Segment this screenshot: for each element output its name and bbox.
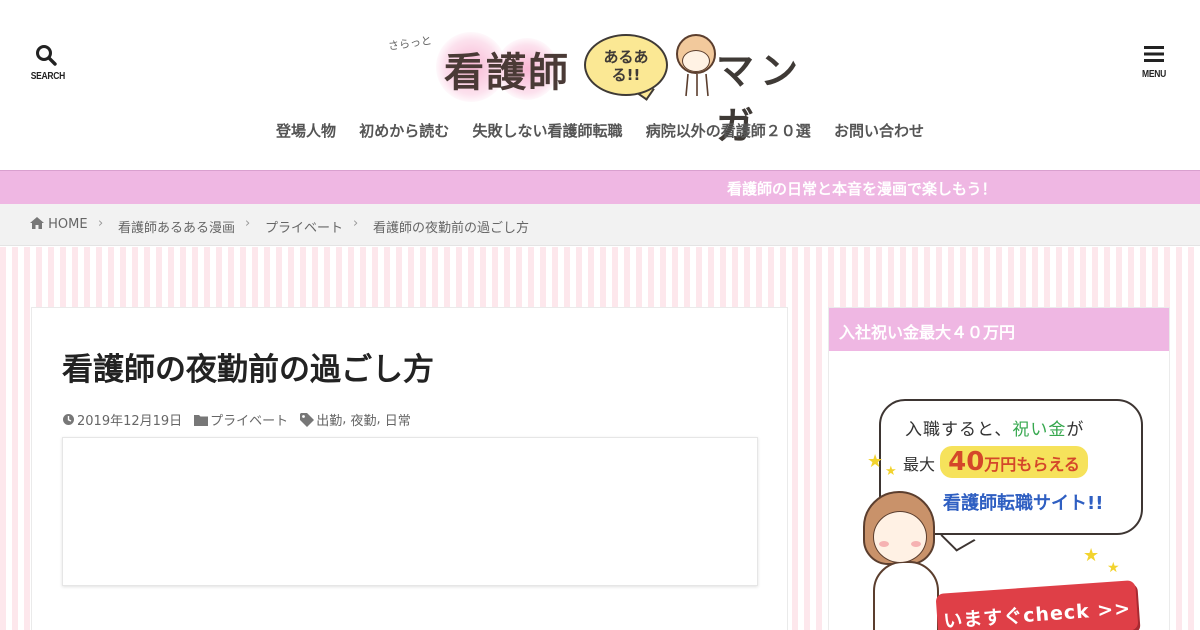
article-category: プライベート [194,410,288,429]
job-site-banner-ad[interactable]: 入職すると、祝い金が 最大 40万円もらえる 看護師転職サイト!! ★ ★ ★ … [829,351,1169,630]
tag-link[interactable]: 出勤 [316,410,342,429]
breadcrumb-item-current: 看護師の夜勤前の過ごし方 [373,221,530,236]
logo-speech-bubble: あるあ る!! [584,34,668,96]
article-meta: 2019年12月19日 プライベート 出勤, 夜勤, 日常 [62,410,423,429]
ad-line2-a: 最大 [903,455,936,474]
search-icon [36,45,57,66]
nurse-character-face [873,511,927,563]
nurse-cheek [879,541,889,547]
hamburger-icon [1144,46,1164,62]
home-icon [30,217,44,229]
menu-label: MENU [1141,69,1167,80]
chevron-right-icon: › [98,216,104,231]
breadcrumb-item-private[interactable]: プライベート [265,217,343,236]
global-nav: 登場人物 初めから読む 失敗しない看護師転職 病院以外の看護師２０選 お問い合わ… [0,120,1200,141]
breadcrumb-item-manga[interactable]: 看護師あるある漫画 [118,217,235,236]
clock-icon [63,414,74,425]
star-icon: ★ [1107,560,1120,576]
logo-bubble-line1: あるあ [603,48,649,66]
widget-title: 入社祝い金最大４０万円 [829,308,1169,351]
search-button[interactable]: SEARCH [28,44,66,82]
check-now-button[interactable]: いますぐcheck >> [935,580,1139,630]
site-header: SEARCH さらっと 看護師 あるあ る!! マンガ MENU 登場人物 初め… [0,0,1200,170]
ad-amount-highlight: 40万円もらえる [940,446,1088,478]
ad-line2-b: もらえる [1016,455,1080,474]
nav-item-non-hospital-jobs[interactable]: 病院以外の看護師２０選 [646,120,811,141]
ad-line2: 最大 40万円もらえる [903,446,1088,478]
ad-line1-a: 入職すると、 [905,420,1013,440]
article-title: 看護師の夜勤前の過ごし方 [62,352,434,388]
ad-line3: 看護師転職サイト!! [943,493,1104,514]
category-link[interactable]: プライベート [210,410,288,429]
nurse-cheek [911,541,921,547]
nav-item-characters[interactable]: 登場人物 [276,120,336,141]
nav-item-contact[interactable]: お問い合わせ [834,120,924,141]
tag-link[interactable]: 日常 [385,410,411,429]
folder-icon [194,414,209,426]
article-card: 看護師の夜勤前の過ごし方 2019年12月19日 プライベート 出勤, 夜勤, … [31,307,788,630]
site-logo[interactable]: さらっと 看護師 あるあ る!! マンガ [386,28,810,148]
logo-bubble-line2: る!! [611,66,641,84]
star-icon: ★ [867,451,884,472]
logo-character-face [682,50,710,72]
tag-link[interactable]: 夜勤 [350,410,376,429]
ad-line1-c: が [1066,420,1085,440]
breadcrumb: HOME › 看護師あるある漫画 › プライベート › 看護師の夜勤前の過ごし方 [0,204,1200,246]
nav-item-read-from-start[interactable]: 初めから読む [359,120,449,141]
logo-character-body [685,73,709,97]
nurse-character-body [873,561,939,630]
chevron-right-icon: › [245,216,251,231]
logo-main-text: 看護師 [444,50,570,96]
menu-button[interactable]: MENU [1136,44,1172,80]
chevron-right-icon: › [353,216,359,231]
article-date-text: 2019年12月19日 [77,414,183,429]
breadcrumb-home-label: HOME [48,217,88,232]
tag-icon [300,412,315,427]
star-icon: ★ [1083,545,1100,566]
article-date: 2019年12月19日 [62,410,182,429]
breadcrumb-home[interactable]: HOME [30,217,88,232]
ad-line1-highlight: 祝い金 [1012,420,1067,440]
nav-item-job-change[interactable]: 失敗しない看護師転職 [472,120,622,141]
ad-amount-unit: 万円 [984,455,1017,474]
tagline-text: 看護師の日常と本音を漫画で楽しもう！ [727,180,997,198]
ad-line1: 入職すると、祝い金が [905,415,1084,440]
ad-amount: 40 [948,447,985,477]
article-tags: 出勤, 夜勤, 日常 [300,410,411,429]
tagline-banner: 看護師の日常と本音を漫画で楽しもう！ [0,170,1200,204]
star-icon: ★ [885,464,897,479]
search-label: SEARCH [30,71,66,82]
logo-small-text: さらっと [387,34,433,53]
sidebar-widget: 入社祝い金最大４０万円 入職すると、祝い金が 最大 40万円もらえる 看護師転職… [828,307,1170,630]
ad-placeholder [62,437,758,586]
